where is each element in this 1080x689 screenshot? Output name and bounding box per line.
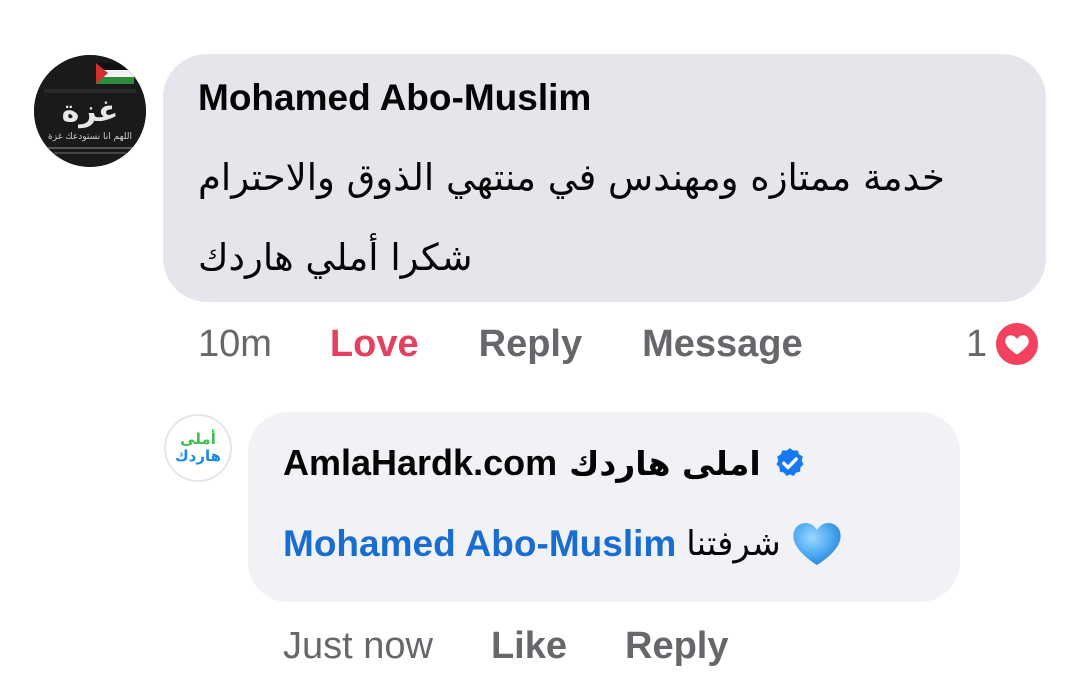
comment-text-line: خدمة ممتازه ومهندس في منتهي الذوق والاحت…: [198, 156, 945, 199]
reply-button[interactable]: Reply: [479, 323, 582, 366]
avatar-title: غزة: [62, 94, 119, 129]
comment-actions: 10m Love Reply Message: [198, 318, 803, 370]
reply-author[interactable]: AmlaHardk.com: [283, 442, 557, 484]
comment-thread: غزة اللهم انا نستودعك غزة Mohamed Abo-Mu…: [0, 0, 1080, 689]
page-avatar-line: هاردك: [174, 447, 222, 465]
comment-author[interactable]: Mohamed Abo-Muslim: [198, 76, 591, 120]
comment-timestamp[interactable]: 10m: [198, 323, 272, 366]
reply-timestamp[interactable]: Just now: [283, 625, 433, 668]
blue-heart-emoji-icon: [791, 520, 843, 568]
comment-text-line: شكرا أملي هاردك: [198, 236, 473, 279]
reply-author-arabic[interactable]: املى هاردك: [569, 444, 761, 483]
reply-text: Mohamed Abo-Muslim شرفتنا: [283, 518, 843, 570]
avatar-image: غزة اللهم انا نستودعك غزة: [34, 55, 146, 167]
reaction-summary[interactable]: 1: [966, 318, 1042, 370]
reaction-count: 1: [966, 322, 988, 365]
love-reaction-button[interactable]: Love: [330, 323, 419, 366]
avatar-subtitle: اللهم انا نستودعك غزة: [48, 132, 132, 142]
comment-text: خدمة ممتازه ومهندس في منتهي الذوق والاحت…: [198, 138, 998, 298]
page-avatar[interactable]: أملى هاردك: [164, 414, 232, 482]
verified-badge-icon: [773, 446, 807, 480]
reply-actions: Just now Like Reply: [283, 620, 729, 672]
message-button[interactable]: Message: [642, 323, 803, 366]
page-avatar-line: أملى: [180, 430, 216, 448]
reply-button[interactable]: Reply: [625, 625, 728, 668]
heart-reaction-icon: [993, 320, 1042, 368]
reply-message: شرفتنا: [686, 524, 781, 564]
avatar[interactable]: غزة اللهم انا نستودعك غزة: [34, 55, 146, 167]
mention-link[interactable]: Mohamed Abo-Muslim: [283, 523, 676, 565]
like-button[interactable]: Like: [491, 625, 567, 668]
reply-author-row: AmlaHardk.com املى هاردك: [283, 440, 807, 486]
